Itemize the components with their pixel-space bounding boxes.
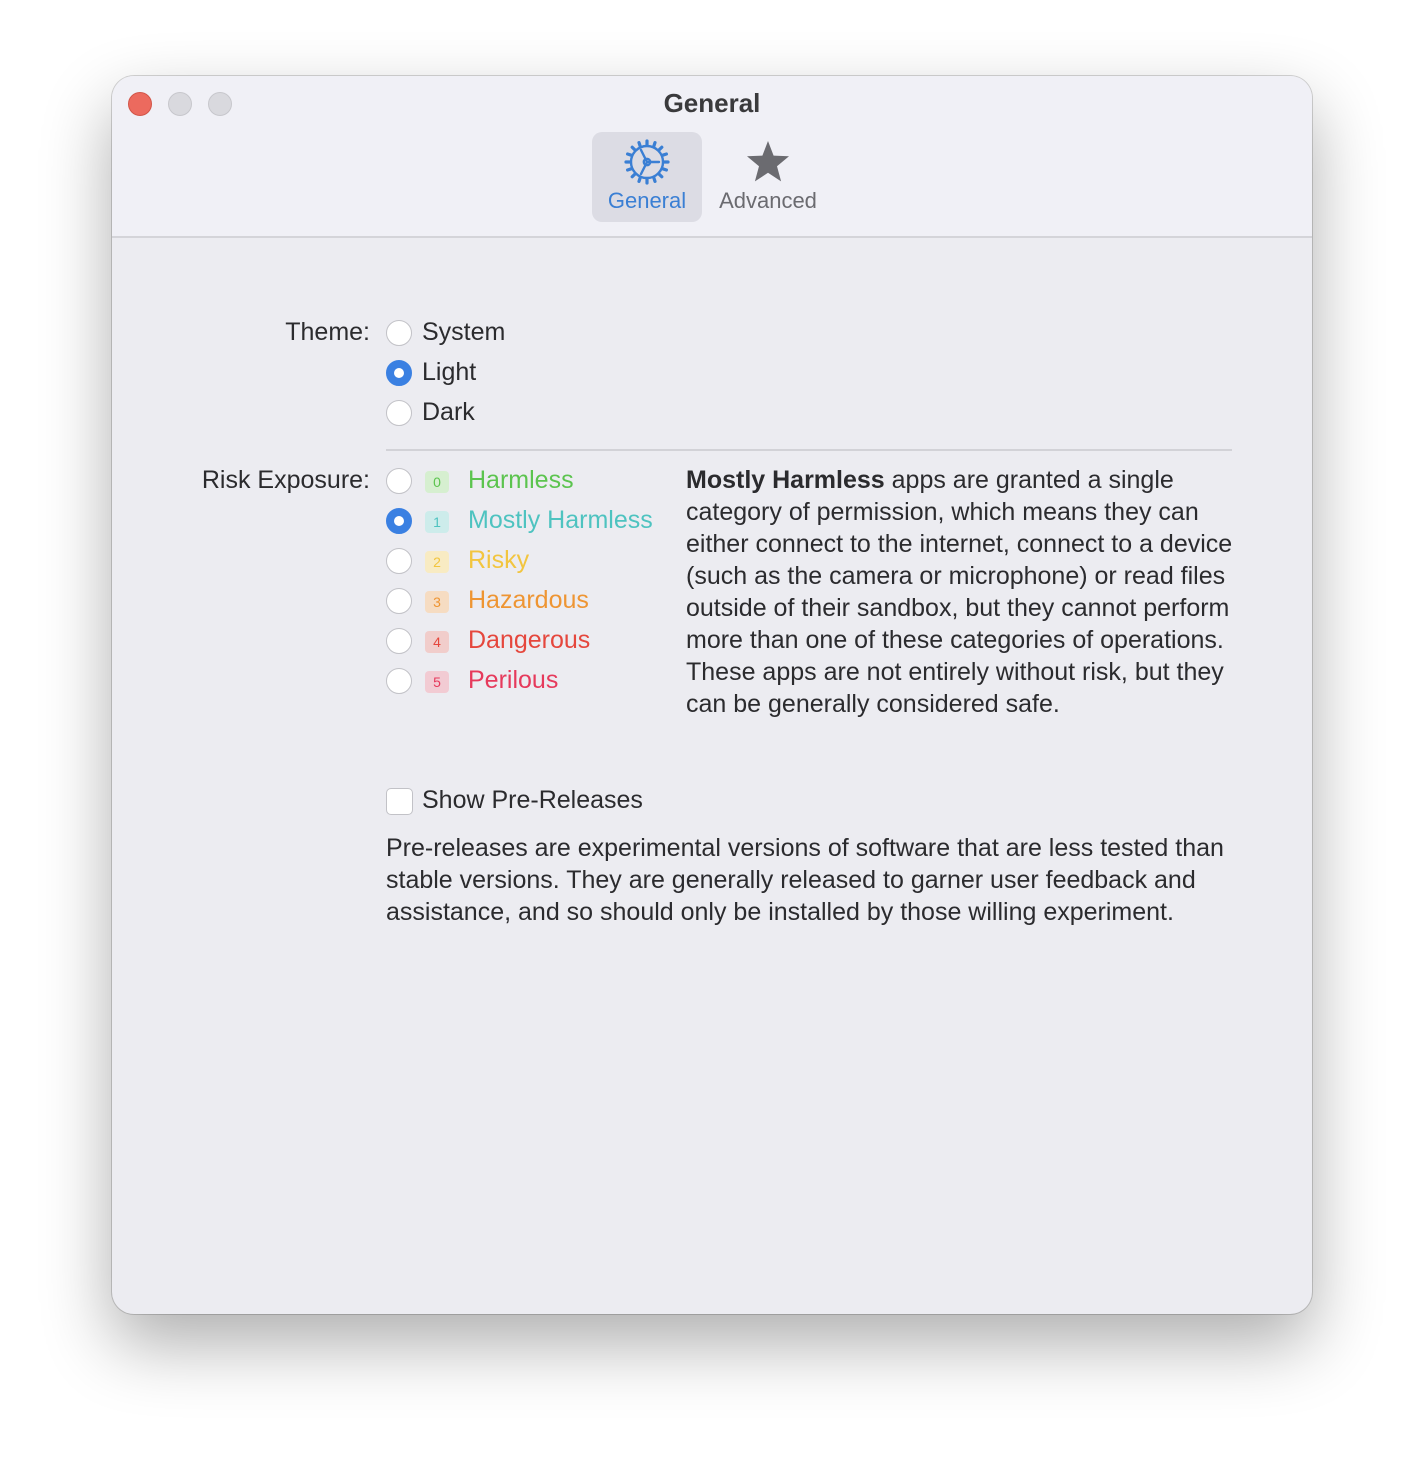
risk-perilous-radio[interactable] — [386, 668, 412, 694]
risk-risky-radio[interactable] — [386, 548, 412, 574]
risk-description: Mostly Harmless apps are granted a singl… — [686, 464, 1246, 720]
risk-description-text: apps are granted a single category of pe… — [686, 466, 1233, 718]
preferences-window: General General Advanced Theme: System L… — [112, 76, 1312, 1314]
risk-hazardous-label[interactable]: Hazardous — [468, 586, 589, 615]
risk-perilous-label[interactable]: Perilous — [468, 666, 558, 695]
risk-level-badge: 5 — [425, 671, 449, 693]
risk-level-badge: 3 — [425, 591, 449, 613]
general-pane: Theme: System Light Dark Risk Exposure: … — [112, 236, 1312, 1314]
tab-advanced[interactable]: Advanced — [710, 132, 826, 222]
theme-dark-radio[interactable] — [386, 400, 412, 426]
risk-exposure-label: Risk Exposure: — [201, 466, 370, 494]
risk-risky-label[interactable]: Risky — [468, 546, 529, 575]
theme-dark-label[interactable]: Dark — [422, 398, 475, 427]
risk-dangerous-label[interactable]: Dangerous — [468, 626, 590, 655]
prereleases-description: Pre-releases are experimental versions o… — [386, 834, 1224, 926]
tab-advanced-label: Advanced — [719, 188, 817, 213]
risk-description-bold: Mostly Harmless — [686, 466, 885, 494]
gear-icon — [624, 139, 670, 185]
risk-harmless-label[interactable]: Harmless — [468, 466, 574, 495]
tab-general[interactable]: General — [592, 132, 702, 222]
show-prereleases-label[interactable]: Show Pre-Releases — [422, 786, 643, 815]
risk-mostly-harmless-label[interactable]: Mostly Harmless — [468, 506, 653, 535]
risk-level-badge: 1 — [425, 511, 449, 533]
tab-general-label: General — [607, 188, 687, 213]
theme-light-radio[interactable] — [386, 360, 412, 386]
risk-dangerous-radio[interactable] — [386, 628, 412, 654]
risk-mostly-harmless-radio[interactable] — [386, 508, 412, 534]
title-bar: General General Advanced — [112, 76, 1312, 238]
theme-system-label[interactable]: System — [422, 318, 505, 347]
window-title: General — [663, 88, 761, 118]
theme-system-radio[interactable] — [386, 320, 412, 346]
section-divider — [386, 449, 1232, 451]
risk-level-badge: 2 — [425, 551, 449, 573]
risk-hazardous-radio[interactable] — [386, 588, 412, 614]
star-icon — [747, 141, 789, 182]
risk-level-badge: 4 — [425, 631, 449, 653]
risk-level-badge: 0 — [425, 471, 449, 493]
show-prereleases-checkbox[interactable] — [386, 788, 413, 815]
risk-harmless-radio[interactable] — [386, 468, 412, 494]
theme-light-label[interactable]: Light — [422, 358, 476, 387]
theme-label: Theme: — [285, 318, 370, 346]
